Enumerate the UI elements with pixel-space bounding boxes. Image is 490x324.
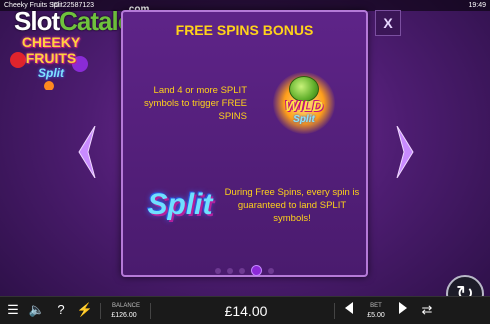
- autoplay-icon[interactable]: ⇄: [418, 301, 436, 319]
- lightning-icon[interactable]: ⚡: [76, 301, 94, 319]
- next-page-button[interactable]: [396, 125, 414, 179]
- bet-decrease-button[interactable]: [340, 301, 358, 319]
- split-symbol: Split: [147, 188, 213, 221]
- divider: [334, 303, 335, 319]
- balance-value: £126.00: [111, 312, 137, 319]
- game-logo: CHEEKY FRUITS Split: [8, 30, 90, 90]
- bet-value: £5.00: [367, 312, 385, 319]
- sound-icon[interactable]: 🔈: [28, 301, 46, 319]
- page-dot[interactable]: [239, 267, 245, 274]
- logo-line2: FRUITS: [25, 50, 77, 66]
- page-dot[interactable]: [268, 267, 274, 274]
- divider: [150, 303, 151, 319]
- clock: 19:49: [468, 2, 486, 9]
- chevron-right-icon: [396, 125, 414, 179]
- chevron-left-icon: [345, 302, 353, 314]
- page-dot[interactable]: [227, 267, 233, 274]
- page-dot[interactable]: [215, 267, 221, 274]
- menu-icon[interactable]: ☰: [4, 301, 22, 319]
- page-indicator: [123, 262, 366, 280]
- free-spins-text: During Free Spins, every spin is guarant…: [224, 187, 360, 224]
- bottom-control-bar: ☰ 🔈 ? ⚡ BALANCE £126.00 £14.00 BET £5.00…: [0, 296, 490, 324]
- previous-page-button[interactable]: [78, 125, 96, 179]
- bet-label: BET: [370, 303, 382, 309]
- page-dot[interactable]: [251, 265, 262, 277]
- help-button[interactable]: ?: [52, 301, 70, 319]
- wild-label: WILD: [284, 98, 324, 115]
- divider: [100, 303, 101, 319]
- balance-label: BALANCE: [112, 303, 141, 309]
- chevron-left-icon: [78, 125, 96, 179]
- chevron-right-icon: [399, 302, 407, 314]
- win-value: £14.00: [224, 303, 268, 319]
- paytable-panel: FREE SPINS BONUS Land 4 or more SPLIT sy…: [121, 10, 368, 277]
- logo-line1: CHEEKY: [21, 34, 81, 50]
- page-title: FREE SPINS BONUS: [175, 22, 314, 38]
- wild-sublabel: Split: [293, 114, 315, 125]
- wild-symbol: WILD Split: [269, 68, 339, 138]
- close-button[interactable]: X: [375, 10, 401, 36]
- bet-increase-button[interactable]: [394, 301, 412, 319]
- logo-line3: Split: [38, 66, 64, 80]
- trigger-text: Land 4 or more SPLIT symbols to trigger …: [144, 85, 247, 122]
